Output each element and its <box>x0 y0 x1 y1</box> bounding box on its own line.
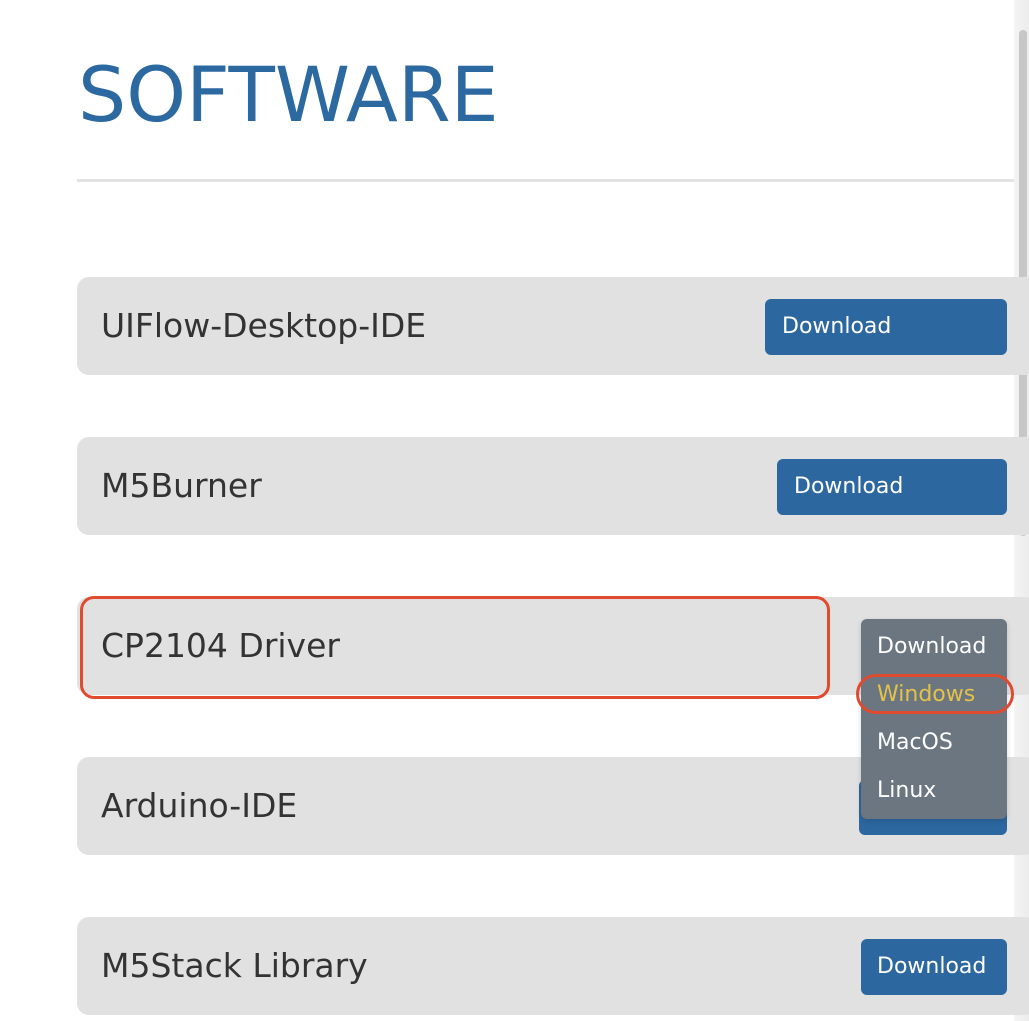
dropdown-option-windows[interactable]: Windows <box>877 671 975 719</box>
software-name: Arduino-IDE <box>101 786 298 825</box>
download-button-uiflow-desktop-ide[interactable]: Download <box>765 299 1007 355</box>
download-button-m5stack-library[interactable]: Download <box>861 939 1007 995</box>
download-dropdown-menu: Download Windows MacOS Linux <box>861 619 1007 819</box>
dropdown-option-macos[interactable]: MacOS <box>877 719 953 767</box>
dropdown-toggle-download[interactable]: Download <box>877 623 986 671</box>
software-name: UIFlow-Desktop-IDE <box>101 306 427 345</box>
page-title: SOFTWARE <box>78 50 499 139</box>
title-divider <box>77 179 1015 182</box>
dropdown-option-linux[interactable]: Linux <box>877 767 936 815</box>
software-name: M5Burner <box>101 466 262 505</box>
software-name: CP2104 Driver <box>101 626 340 665</box>
software-name: M5Stack Library <box>101 946 368 985</box>
download-button-m5burner[interactable]: Download <box>777 459 1007 515</box>
